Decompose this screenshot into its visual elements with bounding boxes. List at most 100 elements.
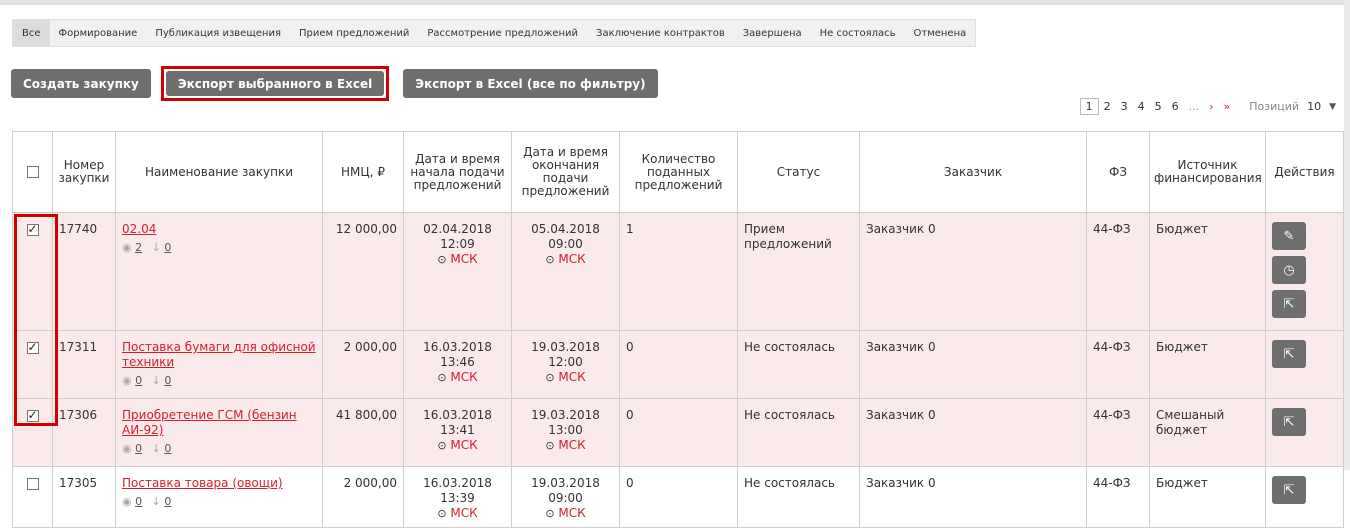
end-date: 19.03.2018 12:00 (531, 340, 600, 369)
pages-ellipsis: ... (1188, 100, 1200, 113)
row-checkbox[interactable] (26, 340, 39, 355)
views-count[interactable]: 0 (135, 442, 142, 455)
page-5[interactable]: 5 (1150, 100, 1167, 113)
downloads-count[interactable]: 0 (164, 495, 171, 508)
row-checkbox[interactable] (26, 408, 39, 423)
table-row: 17305 Поставка товара (овощи) ◉ 0 ↓ 0 2 … (12, 466, 1344, 528)
status-text: Прием предложений (737, 212, 860, 331)
customer-name: Заказчик 0 (859, 212, 1087, 331)
actions-cell: ⇱ (1265, 466, 1344, 528)
table-row: 17311 Поставка бумаги для офисной техник… (12, 330, 1344, 399)
timezone-label: МСК (558, 438, 586, 452)
tab-reviewing-offers[interactable]: Рассмотрение предложений (418, 20, 587, 46)
downloads-count[interactable]: 0 (164, 374, 171, 387)
page-4[interactable]: 4 (1133, 100, 1150, 113)
page-1[interactable]: 1 (1079, 98, 1099, 115)
page-2[interactable]: 2 (1099, 100, 1116, 113)
start-date-cell: 02.04.2018 12:09 ⊙ МСК (403, 212, 512, 331)
nmc-value: 41 800,00 (322, 398, 404, 467)
views-count[interactable]: 2 (135, 241, 142, 254)
create-purchase-button[interactable]: Создать закупку (11, 69, 151, 98)
nmc-value: 12 000,00 (322, 212, 404, 331)
header-start-date[interactable]: Дата и время начала подачи предложений (403, 131, 512, 213)
header-end-date[interactable]: Дата и время окончания подачи предложени… (511, 131, 620, 213)
top-edge (0, 0, 1350, 5)
toolbar: Создать закупку Экспорт выбранного в Exc… (11, 66, 658, 101)
download-icon: ↓ (151, 442, 161, 455)
purchase-number: 17306 (52, 398, 116, 467)
export-all-button[interactable]: Экспорт в Excel (все по фильтру) (403, 69, 658, 98)
purchase-stats: ◉ 2 ↓ 0 (122, 240, 316, 255)
positions-label: Позиций (1249, 100, 1300, 113)
page-3[interactable]: 3 (1116, 100, 1133, 113)
fz-value: 44-ФЗ (1086, 398, 1150, 467)
header-fz[interactable]: ФЗ (1086, 131, 1150, 213)
actions-cell: ⇱ (1265, 398, 1344, 467)
tab-forming[interactable]: Формирование (50, 20, 147, 46)
views-count[interactable]: 0 (135, 495, 142, 508)
downloads-count[interactable]: 0 (164, 241, 171, 254)
end-date: 19.03.2018 09:00 (531, 476, 600, 505)
row-checkbox[interactable] (26, 477, 39, 490)
header-status[interactable]: Статус (737, 131, 860, 213)
start-date-cell: 16.03.2018 13:46 ⊙ МСК (403, 330, 512, 399)
export-icon[interactable]: ⇱ (1272, 408, 1306, 436)
fz-value: 44-ФЗ (1086, 212, 1150, 331)
start-date: 16.03.2018 13:41 (423, 408, 492, 437)
purchase-stats: ◉ 0 ↓ 0 (122, 441, 316, 456)
pencil-icon[interactable]: ✎ (1272, 222, 1306, 250)
purchase-stats: ◉ 0 ↓ 0 (122, 373, 316, 388)
header-nmc[interactable]: НМЦ, ₽ (322, 131, 404, 213)
purchase-name-cell: Поставка товара (овощи) ◉ 0 ↓ 0 (115, 466, 323, 528)
purchase-name-link[interactable]: Приобретение ГСМ (бензин АИ-92) (122, 408, 297, 437)
select-all-checkbox[interactable] (26, 166, 39, 178)
header-number[interactable]: Номер закупки (52, 131, 116, 213)
nmc-value: 2 000,00 (322, 466, 404, 528)
end-date-cell: 19.03.2018 09:00 ⊙ МСК (511, 466, 620, 528)
status-text: Не состоялась (737, 330, 860, 399)
header-customer[interactable]: Заказчик (859, 131, 1087, 213)
status-text: Не состоялась (737, 398, 860, 467)
page-6[interactable]: 6 (1167, 100, 1184, 113)
timezone-label: МСК (450, 252, 478, 266)
tab-accepting-offers[interactable]: Прием предложений (290, 20, 418, 46)
positions-select[interactable]: 10 ▼ (1305, 100, 1338, 113)
header-offer-count[interactable]: Количество поданных предложений (619, 131, 738, 213)
tab-completed[interactable]: Завершена (734, 20, 811, 46)
export-selected-button[interactable]: Экспорт выбранного в Excel (165, 71, 385, 96)
nmc-value: 2 000,00 (322, 330, 404, 399)
views-count[interactable]: 0 (135, 374, 142, 387)
tab-failed[interactable]: Не состоялась (811, 20, 905, 46)
offer-count: 1 (619, 212, 738, 331)
clock-icon: ⊙ (437, 253, 447, 266)
tab-cancelled[interactable]: Отменена (905, 20, 976, 46)
tab-all[interactable]: Все (13, 20, 50, 46)
last-page-icon[interactable]: » (1219, 100, 1236, 113)
downloads-count[interactable]: 0 (164, 442, 171, 455)
start-date: 16.03.2018 13:46 (423, 340, 492, 369)
customer-name: Заказчик 0 (859, 398, 1087, 467)
end-date-cell: 05.04.2018 09:00 ⊙ МСК (511, 212, 620, 331)
header-name[interactable]: Наименование закупки (115, 131, 323, 213)
tab-notice-publication[interactable]: Публикация извещения (146, 20, 290, 46)
export-icon[interactable]: ⇱ (1272, 290, 1306, 318)
export-icon[interactable]: ⇱ (1272, 340, 1306, 368)
purchase-stats: ◉ 0 ↓ 0 (122, 494, 316, 509)
funding-source: Бюджет (1149, 466, 1266, 528)
purchase-name-link[interactable]: Поставка бумаги для офисной техники (122, 340, 316, 369)
row-checkbox[interactable] (26, 222, 39, 237)
purchase-name-link[interactable]: 02.04 (122, 222, 156, 236)
end-date: 19.03.2018 13:00 (531, 408, 600, 437)
start-date-cell: 16.03.2018 13:39 ⊙ МСК (403, 466, 512, 528)
tab-contracting[interactable]: Заключение контрактов (587, 20, 734, 46)
header-funding-source[interactable]: Источник финансирования (1149, 131, 1266, 213)
purchase-name-cell: Поставка бумаги для офисной техники ◉ 0 … (115, 330, 323, 399)
clock-icon: ⊙ (545, 507, 555, 520)
next-page-icon[interactable]: › (1204, 100, 1218, 113)
timezone-label: МСК (558, 370, 586, 384)
export-icon[interactable]: ⇱ (1272, 476, 1306, 504)
clock-icon[interactable]: ◷ (1272, 256, 1306, 284)
clock-icon: ⊙ (437, 439, 447, 452)
eye-icon: ◉ (122, 374, 132, 387)
purchase-name-link[interactable]: Поставка товара (овощи) (122, 476, 283, 490)
